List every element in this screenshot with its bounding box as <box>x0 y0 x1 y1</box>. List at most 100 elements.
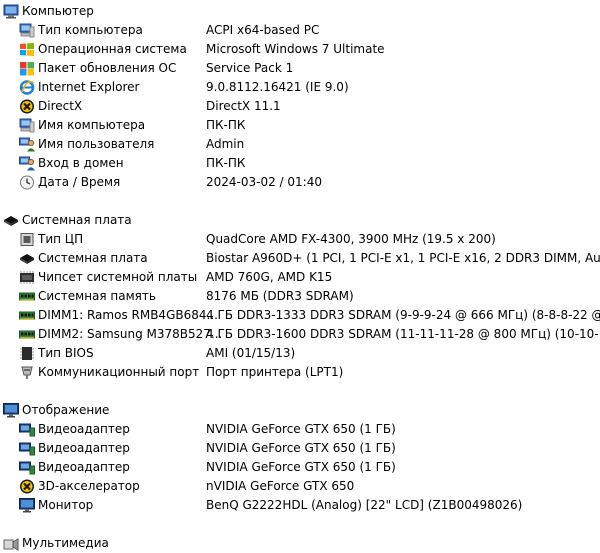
multimedia-icon <box>3 536 19 551</box>
internet-explorer-icon <box>19 80 35 95</box>
port-icon <box>19 365 35 380</box>
field-label: Чипсет системной платы <box>38 270 198 284</box>
field-value: Service Pack 1 <box>206 61 294 75</box>
section-title: Мультимедиа <box>22 536 109 550</box>
directx-icon <box>19 99 35 114</box>
user-icon <box>19 137 35 152</box>
field-label: Системная память <box>38 289 156 303</box>
field-row[interactable]: Internet Explorer 9.0.8112.16421 (IE 9.0) <box>0 78 600 97</box>
field-label: DIMM2: Samsung M378B527... <box>38 327 223 341</box>
cpu-icon <box>19 232 35 247</box>
field-label: Операционная система <box>38 42 187 56</box>
field-row[interactable]: Видеоадаптер NVIDIA GeForce GTX 650 (1 ГБ… <box>0 439 600 458</box>
field-value: 9.0.8112.16421 (IE 9.0) <box>206 80 349 94</box>
field-row[interactable]: Дата / Время 2024-03-02 / 01:40 <box>0 173 600 192</box>
field-row[interactable]: Системная память 8176 МБ (DDR3 SDRAM) <box>0 287 600 306</box>
field-row[interactable]: Чипсет системной платы AMD 760G, AMD K15 <box>0 268 600 287</box>
section-title: Компьютер <box>22 4 94 18</box>
bios-icon <box>19 346 35 361</box>
video-adapter-icon <box>19 422 35 437</box>
field-label: Видеоадаптер <box>38 441 130 455</box>
field-value: NVIDIA GeForce GTX 650 (1 ГБ) <box>206 422 396 436</box>
field-value: 8176 МБ (DDR3 SDRAM) <box>206 289 354 303</box>
field-label: Internet Explorer <box>38 80 140 94</box>
field-row[interactable]: Вход в домен ПК-ПК <box>0 154 600 173</box>
motherboard-icon <box>3 213 19 228</box>
field-value: BenQ G2222HDL (Analog) [22" LCD] (Z1B004… <box>206 498 523 512</box>
memory-module-icon <box>19 327 35 342</box>
field-value: 4 ГБ DDR3-1600 DDR3 SDRAM (11-11-11-28 @… <box>206 327 600 341</box>
section-header[interactable]: Компьютер <box>0 2 600 21</box>
field-label: Тип BIOS <box>38 346 94 360</box>
field-value: ACPI x64-based PC <box>206 23 320 37</box>
section-title: Отображение <box>22 403 110 417</box>
field-row[interactable]: Системная плата Biostar A960D+ (1 PCI, 1 … <box>0 249 600 268</box>
field-label: Имя пользователя <box>38 137 155 151</box>
windows-logo-icon <box>19 42 35 57</box>
service-pack-icon <box>19 61 35 76</box>
field-value: Biostar A960D+ (1 PCI, 1 PCI-E x1, 1 PCI… <box>206 251 600 265</box>
section-header[interactable]: Мультимедиа <box>0 534 600 553</box>
field-label: Видеоадаптер <box>38 422 130 436</box>
directx-icon <box>19 479 35 494</box>
field-row[interactable]: Тип компьютера ACPI x64-based PC <box>0 21 600 40</box>
field-value: 4 ГБ DDR3-1333 DDR3 SDRAM (9-9-9-24 @ 66… <box>206 308 600 322</box>
field-row[interactable]: Тип BIOS AMI (01/15/13) <box>0 344 600 363</box>
field-row[interactable]: Операционная система Microsoft Windows 7 … <box>0 40 600 59</box>
field-value: Admin <box>206 137 245 151</box>
computer-type-icon <box>19 23 35 38</box>
display-icon <box>3 403 19 418</box>
field-label: Вход в домен <box>38 156 124 170</box>
field-label: Пакет обновления ОС <box>38 61 177 75</box>
field-row[interactable]: DirectX DirectX 11.1 <box>0 97 600 116</box>
video-adapter-icon <box>19 441 35 456</box>
motherboard-icon <box>19 251 35 266</box>
field-row[interactable]: Имя компьютера ПК-ПК <box>0 116 600 135</box>
field-row[interactable]: Монитор BenQ G2222HDL (Analog) [22" LCD] … <box>0 496 600 515</box>
field-label: Дата / Время <box>38 175 121 189</box>
section-title: Системная плата <box>22 213 132 227</box>
field-label: Тип ЦП <box>38 232 84 246</box>
field-label: DIMM1: Ramos RMB4GB684... <box>38 308 218 322</box>
field-label: Коммуникационный порт <box>38 365 200 379</box>
field-label: Видеоадаптер <box>38 460 130 474</box>
field-row[interactable]: Коммуникационный порт Порт принтера (LPT1… <box>0 363 600 382</box>
field-row[interactable]: DIMM2: Samsung M378B527... 4 ГБ DDR3-1600… <box>0 325 600 344</box>
field-row[interactable]: DIMM1: Ramos RMB4GB684... 4 ГБ DDR3-1333 … <box>0 306 600 325</box>
field-row[interactable]: 3D-акселератор nVIDIA GeForce GTX 650 <box>0 477 600 496</box>
section-header[interactable]: Отображение <box>0 401 600 420</box>
field-label: Системная плата <box>38 251 148 265</box>
field-row[interactable]: Пакет обновления ОС Service Pack 1 <box>0 59 600 78</box>
field-value: nVIDIA GeForce GTX 650 <box>206 479 355 493</box>
monitor-icon <box>19 498 35 513</box>
domain-login-icon <box>19 156 35 171</box>
field-label: Имя компьютера <box>38 118 146 132</box>
field-label: DirectX <box>38 99 83 113</box>
memory-icon <box>19 289 35 304</box>
section-header[interactable]: Системная плата <box>0 211 600 230</box>
video-adapter-icon <box>19 460 35 475</box>
field-value: AMI (01/15/13) <box>206 346 296 360</box>
field-value: AMD 760G, AMD K15 <box>206 270 333 284</box>
field-label: Монитор <box>38 498 94 512</box>
field-value: ПК-ПК <box>206 156 246 170</box>
field-value: 2024-03-02 / 01:40 <box>206 175 322 189</box>
field-row[interactable]: Видеоадаптер NVIDIA GeForce GTX 650 (1 ГБ… <box>0 458 600 477</box>
field-value: QuadCore AMD FX-4300, 3900 MHz (19.5 x 2… <box>206 232 496 246</box>
field-value: Порт принтера (LPT1) <box>206 365 344 379</box>
clock-icon <box>19 175 35 190</box>
memory-module-icon <box>19 308 35 323</box>
field-row[interactable]: Тип ЦП QuadCore AMD FX-4300, 3900 MHz (19… <box>0 230 600 249</box>
chipset-icon <box>19 270 35 285</box>
field-value: Microsoft Windows 7 Ultimate <box>206 42 385 56</box>
computer-name-icon <box>19 118 35 133</box>
computer-icon <box>3 4 19 19</box>
field-value: NVIDIA GeForce GTX 650 (1 ГБ) <box>206 460 396 474</box>
field-value: ПК-ПК <box>206 118 246 132</box>
field-value: DirectX 11.1 <box>206 99 281 113</box>
field-row[interactable]: Имя пользователя Admin <box>0 135 600 154</box>
field-label: Тип компьютера <box>38 23 143 37</box>
field-row[interactable]: Видеоадаптер NVIDIA GeForce GTX 650 (1 ГБ… <box>0 420 600 439</box>
field-value: NVIDIA GeForce GTX 650 (1 ГБ) <box>206 441 396 455</box>
field-label: 3D-акселератор <box>38 479 140 493</box>
